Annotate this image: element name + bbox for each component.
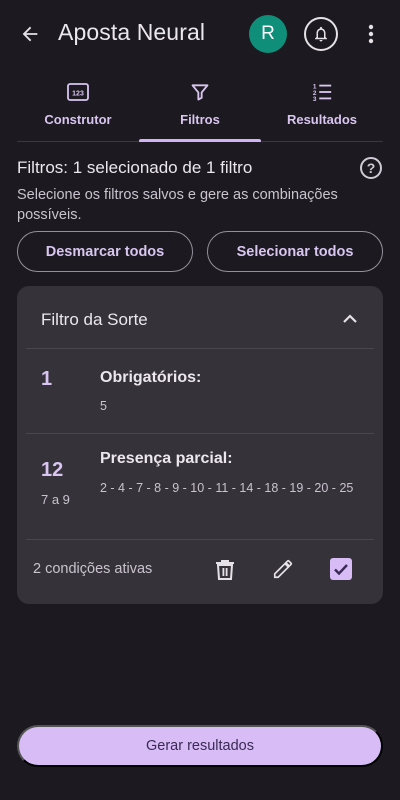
filter-card-title: Filtro da Sorte <box>41 310 148 329</box>
more-vert-icon[interactable] <box>360 20 382 48</box>
help-icon[interactable]: ? <box>360 157 382 179</box>
condition-label: Obrigatórios: <box>100 369 202 386</box>
tab-resultados[interactable]: 123 Resultados <box>261 72 383 141</box>
tab-bar: 123 Construtor Filtros 123 Resultados <box>17 72 383 142</box>
app-title: Aposta Neural <box>58 19 206 45</box>
tab-label: Filtros <box>180 112 220 127</box>
tab-label: Resultados <box>286 112 358 127</box>
tab-construtor[interactable]: 123 Construtor <box>17 72 139 141</box>
filter-icon <box>190 81 210 103</box>
select-all-button[interactable]: Selecionar todos <box>207 231 383 272</box>
condition-range: 7 a 9 <box>41 492 70 507</box>
edit-pencil-icon[interactable] <box>270 556 296 582</box>
condition-values: 2 - 4 - 7 - 8 - 9 - 10 - 11 - 14 - 18 - … <box>100 481 354 495</box>
numbers-icon: 123 <box>67 81 89 103</box>
ordered-list-icon: 123 <box>311 81 333 103</box>
tab-filtros[interactable]: Filtros <box>139 72 261 142</box>
generate-results-button[interactable]: Gerar resultados <box>17 725 383 767</box>
avatar[interactable]: R <box>249 15 287 53</box>
app-bar: Aposta Neural R <box>0 0 400 68</box>
divider <box>26 433 374 434</box>
filters-description: Selecione os filtros salvos e gere as co… <box>17 187 338 223</box>
condition-count: 12 <box>41 459 64 481</box>
filters-summary-title: Filtros: 1 selecionado de 1 filtro <box>17 158 253 177</box>
svg-text:123: 123 <box>72 91 84 98</box>
divider <box>26 539 374 540</box>
divider <box>26 348 374 349</box>
condition-values: 5 <box>100 399 107 413</box>
condition-label: Presença parcial: <box>100 450 233 467</box>
condition-count: 1 <box>41 368 53 390</box>
chevron-up-icon[interactable] <box>340 309 360 329</box>
active-conditions-text: 2 condições ativas <box>33 561 153 577</box>
svg-text:3: 3 <box>313 96 317 103</box>
unselect-all-button[interactable]: Desmarcar todos <box>17 231 193 272</box>
filter-card: Filtro da Sorte 1 Obrigatórios: 5 12 7 a… <box>17 286 383 604</box>
back-arrow-icon[interactable] <box>16 20 44 48</box>
select-checkbox[interactable] <box>328 556 354 582</box>
tab-label: Construtor <box>44 112 112 127</box>
delete-icon[interactable] <box>212 556 238 582</box>
notifications-bell-icon[interactable] <box>304 17 338 51</box>
